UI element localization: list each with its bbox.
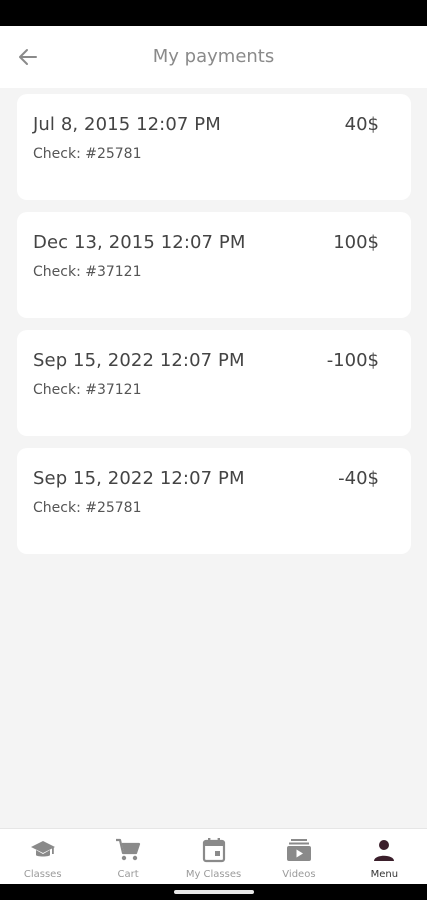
status-bar [0,0,427,26]
nav-label: Classes [23,869,62,880]
nav-item-videos[interactable]: Videos [256,829,341,884]
nav-item-classes[interactable]: Classes [0,829,85,884]
gesture-bar [0,884,427,900]
video-library-icon [286,837,312,863]
payment-check: Check: #25781 [33,146,142,162]
payments-list: Jul 8, 2015 12:07 PM 40$ Check: #25781 D… [17,94,411,566]
payment-date: Dec 13, 2015 12:07 PM [33,232,246,253]
cart-icon [115,837,141,863]
person-icon [371,837,397,863]
payment-card[interactable]: Sep 15, 2022 12:07 PM -40$ Check: #25781 [17,448,411,554]
payment-card[interactable]: Sep 15, 2022 12:07 PM -100$ Check: #3712… [17,330,411,436]
nav-label: Menu [370,869,399,880]
payment-card[interactable]: Jul 8, 2015 12:07 PM 40$ Check: #25781 [17,94,411,200]
nav-item-cart[interactable]: Cart [85,829,170,884]
app-header: My payments [0,26,427,88]
payment-check: Check: #25781 [33,500,142,516]
payment-amount: -100$ [326,350,379,371]
payment-check: Check: #37121 [33,382,142,398]
payment-amount: 40$ [344,114,379,135]
graduation-cap-icon [30,837,56,863]
payment-date: Sep 15, 2022 12:07 PM [33,468,245,489]
nav-item-menu[interactable]: Menu [342,829,427,884]
nav-label: My Classes [185,869,242,880]
payment-check: Check: #37121 [33,264,142,280]
payment-card[interactable]: Dec 13, 2015 12:07 PM 100$ Check: #37121 [17,212,411,318]
payment-amount: -40$ [338,468,379,489]
nav-label: Videos [282,869,316,880]
payment-date: Sep 15, 2022 12:07 PM [33,350,245,371]
nav-item-my-classes[interactable]: My Classes [171,829,256,884]
payment-date: Jul 8, 2015 12:07 PM [33,114,221,135]
payment-amount: 100$ [333,232,379,253]
page-title: My payments [152,46,275,67]
nav-label: Cart [117,869,139,880]
bottom-nav: Classes Cart My Classes Videos Menu [0,828,427,884]
gesture-handle[interactable] [174,890,254,894]
calendar-icon [201,837,227,863]
